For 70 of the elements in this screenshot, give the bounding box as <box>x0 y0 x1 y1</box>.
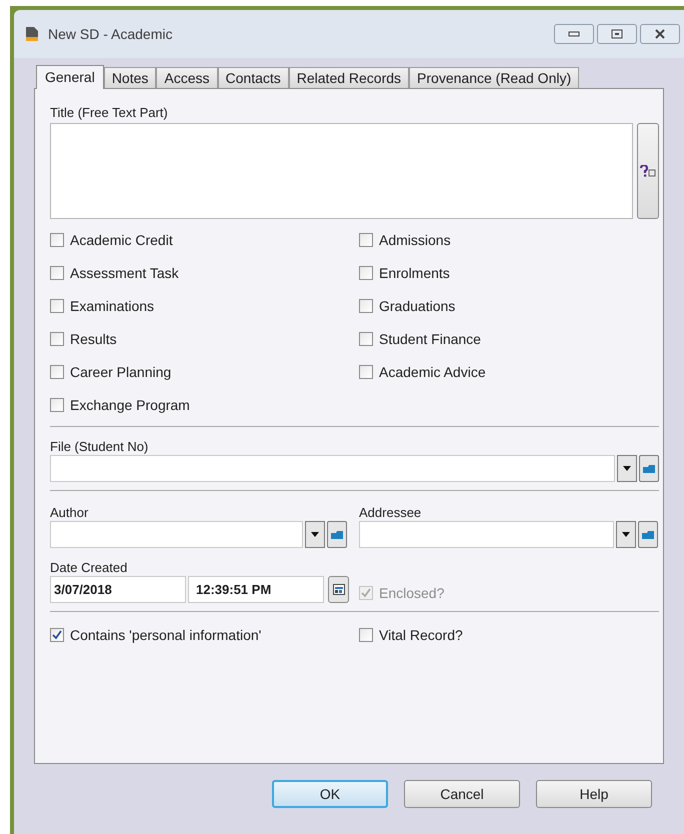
checkbox-label: Examinations <box>70 296 154 316</box>
combo-field[interactable] <box>50 521 303 548</box>
tab[interactable]: Access <box>156 67 218 88</box>
browse-button[interactable] <box>639 455 659 482</box>
minimize-icon <box>568 31 580 37</box>
document-icon <box>26 27 38 41</box>
browse-button[interactable] <box>327 521 347 548</box>
checkbox[interactable] <box>50 332 64 346</box>
dropdown-button[interactable] <box>616 521 636 548</box>
tab[interactable]: Provenance (Read Only) <box>409 67 580 88</box>
checkbox[interactable] <box>359 233 373 247</box>
checkbox-label: Contains 'personal information' <box>70 626 262 645</box>
question-mark-icon <box>640 165 656 177</box>
checkbox-label: Vital Record? <box>379 626 463 644</box>
checkbox[interactable] <box>50 365 64 379</box>
checkbox-label: Academic Credit <box>70 230 173 250</box>
close-button[interactable] <box>640 24 680 44</box>
checkbox[interactable] <box>50 398 64 412</box>
close-icon <box>654 29 666 39</box>
minimize-button[interactable] <box>554 24 594 44</box>
folder-icon <box>643 464 655 473</box>
dialog-button[interactable]: OK <box>272 780 388 808</box>
spell-check-button[interactable] <box>637 123 659 219</box>
checkbox-label: Enclosed? <box>379 584 444 602</box>
dialog-button[interactable]: Cancel <box>404 780 520 808</box>
checkbox[interactable] <box>50 299 64 313</box>
field-label: Author <box>50 504 90 521</box>
caret-icon <box>311 532 319 537</box>
combo-field[interactable] <box>50 455 615 482</box>
caret-icon <box>622 532 630 537</box>
checkbox-label: Admissions <box>379 230 451 250</box>
window-title: New SD - Academic <box>48 24 172 44</box>
dialog-button[interactable]: Help <box>536 780 652 808</box>
checkbox-label: Academic Advice <box>379 362 486 382</box>
tab[interactable]: General <box>36 65 104 89</box>
field-label: Title (Free Text Part) <box>50 104 169 121</box>
checkbox[interactable] <box>50 266 64 280</box>
caret-icon <box>623 466 631 471</box>
checkbox-label: Enrolments <box>379 264 450 282</box>
date-field[interactable]: 3/07/2018 <box>50 576 186 603</box>
folder-icon <box>642 530 654 539</box>
checkbox[interactable] <box>50 233 64 247</box>
checkbox[interactable] <box>359 332 373 346</box>
maximize-button[interactable] <box>597 24 637 44</box>
time-field[interactable]: 12:39:51 PM <box>188 576 324 603</box>
checkbox-label: Results <box>70 330 117 348</box>
checkbox-label: Exchange Program <box>70 396 190 415</box>
checkbox-label: Student Finance <box>379 330 481 348</box>
checkbox-label: Career Planning <box>70 362 172 382</box>
tab[interactable]: Contacts <box>218 67 289 88</box>
field-label: Addressee <box>359 504 422 521</box>
checkbox[interactable] <box>359 266 373 280</box>
calendar-icon <box>332 584 344 595</box>
checkbox[interactable] <box>359 299 373 313</box>
checkbox[interactable] <box>359 365 373 379</box>
dropdown-button[interactable] <box>305 521 325 548</box>
checkbox[interactable] <box>359 628 373 642</box>
browse-button[interactable] <box>638 521 658 548</box>
tab[interactable]: Notes <box>104 67 156 88</box>
field-label: Date Created <box>50 559 128 576</box>
dropdown-button[interactable] <box>617 455 637 482</box>
checkbox[interactable] <box>50 628 64 642</box>
tab[interactable]: Related Records <box>288 67 410 88</box>
maximize-icon <box>611 29 623 39</box>
calendar-button[interactable] <box>328 576 349 603</box>
field-label: File (Student No) <box>50 438 150 455</box>
checkbox-label: Assessment Task <box>70 264 179 282</box>
combo-field[interactable] <box>359 521 614 548</box>
checkbox-label: Graduations <box>379 296 456 316</box>
folder-icon <box>331 530 343 539</box>
